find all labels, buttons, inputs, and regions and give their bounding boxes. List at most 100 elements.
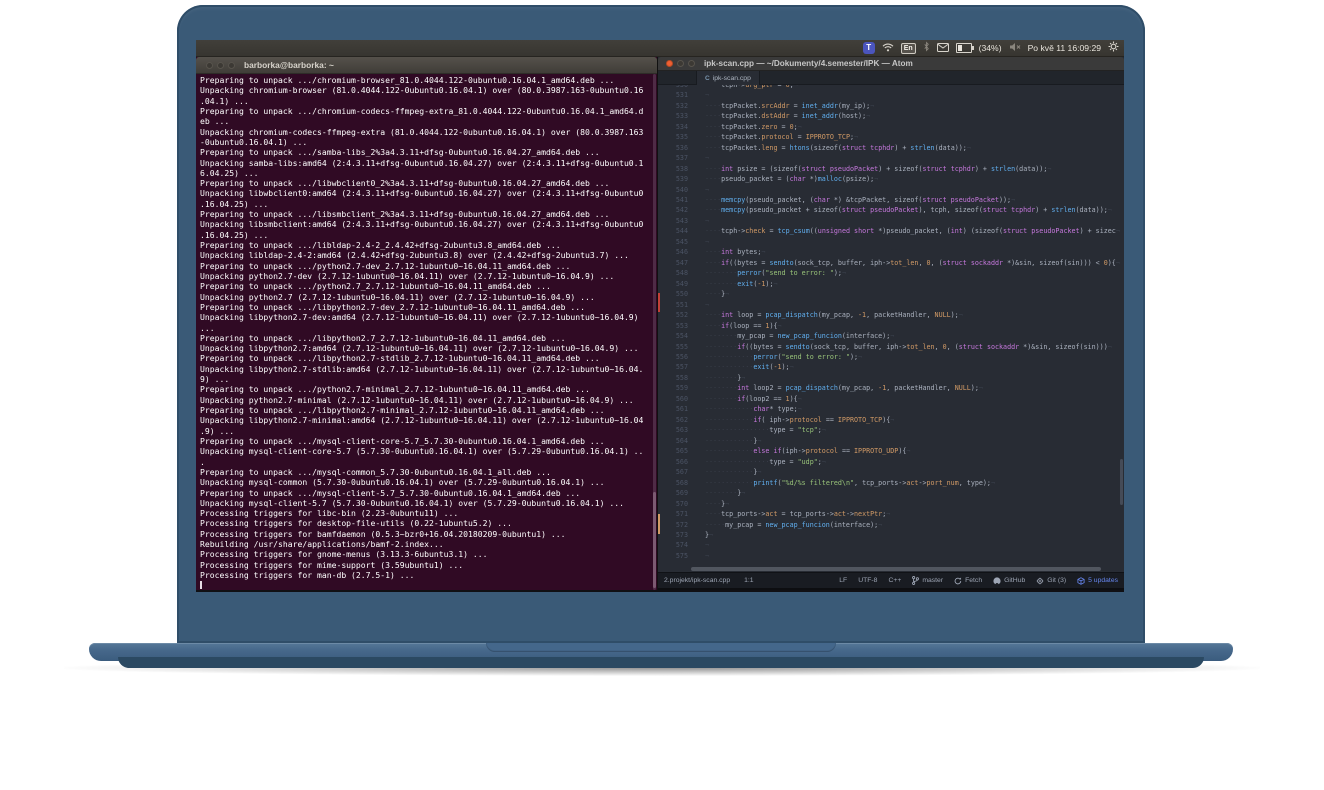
code-line: }¬: [705, 530, 1124, 540]
terminal-output[interactable]: Preparing to unpack .../chromium-browser…: [196, 74, 657, 590]
code-line: ····tcpPacket.dstAddr = inet_addr(host);…: [705, 111, 1124, 121]
line-number: 573: [658, 530, 688, 540]
terminal-line: Unpacking libwbclient0:amd64 (2:4.3.11+d…: [200, 188, 657, 198]
line-number: 533: [658, 111, 688, 121]
code-line: ············else if(iph->protocol == IPP…: [705, 446, 1124, 456]
code-line: ····tcpPacket.srcAddr = inet_addr(my_ip)…: [705, 101, 1124, 111]
code-line: ········exit(-1);¬: [705, 279, 1124, 289]
line-number: 549: [658, 279, 688, 289]
mail-icon[interactable]: [937, 40, 949, 57]
branch-icon: [912, 576, 919, 585]
status-right: LF UTF-8 C++ master Fetch GitHub Git (3) 5 upda…: [839, 576, 1118, 585]
maximize-button[interactable]: [688, 60, 695, 67]
close-button[interactable]: [666, 60, 673, 67]
code-line: ····}¬: [705, 499, 1124, 509]
terminal-line: Preparing to unpack .../libldap-2.4-2_2.…: [200, 240, 657, 250]
atom-titlebar[interactable]: ipk-scan.cpp — ~/Dokumenty/4.semester/IP…: [658, 57, 1124, 71]
terminal-line: Unpacking libpython2.7-dev:amd64 (2.7.12…: [200, 312, 657, 322]
line-number: 547: [658, 258, 688, 268]
volume-muted-icon[interactable]: [1009, 40, 1021, 57]
status-item-master[interactable]: master: [912, 576, 943, 585]
code-line: ····int psize = (sizeof(struct pseudoPac…: [705, 164, 1124, 174]
cursor-position[interactable]: 1:1: [744, 577, 753, 584]
status-item-fetch[interactable]: Fetch: [954, 577, 982, 585]
git-modified-marker: [658, 514, 660, 534]
atom-status-bar: 2.projekt/ipk-scan.cpp 1:1 LF UTF-8 C++ mas…: [658, 572, 1124, 588]
status-item-utf-8[interactable]: UTF-8: [858, 577, 877, 584]
github-icon: [993, 577, 1001, 585]
code-line: ····memcpy(pseudo_packet + sizeof(struct…: [705, 205, 1124, 215]
session-gear-icon[interactable]: [1108, 40, 1119, 57]
code-editor[interactable]: 5305315325335345355365375385395405415425…: [658, 85, 1124, 566]
status-item-label: UTF-8: [858, 577, 877, 584]
code-line: ········if((bytes = sendto(sock_tcp, buf…: [705, 342, 1124, 352]
line-number: 557: [658, 362, 688, 372]
status-item-git-3-[interactable]: Git (3): [1036, 577, 1066, 585]
system-tray: T En (34%) Po kvě 11 16:09:29: [863, 40, 1119, 57]
terminal-line: ...: [200, 323, 657, 333]
line-number: 545: [658, 237, 688, 247]
terminal-line: Rebuilding /usr/share/applications/bamf-…: [200, 539, 657, 549]
status-left: 2.projekt/ipk-scan.cpp 1:1: [664, 577, 754, 584]
bluetooth-icon[interactable]: [923, 40, 930, 57]
tab-ipk-scan-cpp[interactable]: C ipk-scan.cpp: [696, 71, 760, 85]
line-number: 542: [658, 205, 688, 215]
line-number: 563: [658, 425, 688, 435]
code-line: ¬: [705, 216, 1124, 226]
minimize-button[interactable]: [217, 62, 224, 69]
editor-vertical-scrollbar[interactable]: [1120, 459, 1123, 505]
line-number: 568: [658, 478, 688, 488]
status-item-github[interactable]: GitHub: [993, 577, 1025, 585]
line-number: 558: [658, 373, 688, 383]
status-item-label: Fetch: [965, 577, 982, 584]
terminal-scrollbar-thumb[interactable]: [653, 492, 656, 588]
atom-window-buttons: [666, 60, 695, 67]
line-number: 567: [658, 467, 688, 477]
terminal-titlebar[interactable]: barborka@barborka: ~: [196, 57, 657, 74]
line-number-gutter: 5305315325335345355365375385395405415425…: [658, 85, 688, 561]
code-line: ·····my_pcap = new_pcap_funcion(interfac…: [705, 520, 1124, 530]
line-number: 575: [658, 551, 688, 561]
battery-icon[interactable]: [956, 43, 972, 53]
file-path[interactable]: 2.projekt/ipk-scan.cpp: [664, 577, 730, 584]
status-item-label: GitHub: [1004, 577, 1025, 584]
code-line: ············}¬: [705, 467, 1124, 477]
status-item-c-[interactable]: C++: [888, 577, 901, 584]
battery-level: [958, 45, 962, 51]
wifi-icon[interactable]: [882, 40, 894, 57]
status-item-5-updates[interactable]: 5 updates: [1077, 577, 1118, 585]
terminal-scrollbar[interactable]: [653, 74, 656, 590]
line-number: 554: [658, 331, 688, 341]
line-number: 539: [658, 174, 688, 184]
line-number: 534: [658, 122, 688, 132]
editor-horizontal-scrollbar[interactable]: [691, 567, 1101, 571]
teams-icon[interactable]: T: [863, 42, 875, 54]
maximize-button[interactable]: [228, 62, 235, 69]
terminal-line: Unpacking libldap-2.4-2:amd64 (2.4.42+df…: [200, 250, 657, 260]
desktop-edge: [196, 590, 1124, 592]
keyboard-layout-indicator[interactable]: En: [901, 43, 916, 54]
code-line: ········int loop2 = pcap_dispatch(my_pca…: [705, 383, 1124, 393]
code-line: ············perror("send to error: ");¬: [705, 352, 1124, 362]
line-number: 543: [658, 216, 688, 226]
line-number: 571: [658, 509, 688, 519]
code-line: ············}¬: [705, 436, 1124, 446]
minimize-button[interactable]: [677, 60, 684, 67]
code-line: ¬: [705, 185, 1124, 195]
terminal-line: Preparing to unpack .../libpython2.7-std…: [200, 353, 657, 363]
code-line: ················type = "tcp";¬: [705, 425, 1124, 435]
terminal-line: Preparing to unpack .../libpython2.7-dev…: [200, 302, 657, 312]
line-number: 540: [658, 185, 688, 195]
atom-window: ipk-scan.cpp — ~/Dokumenty/4.semester/IP…: [657, 57, 1124, 590]
terminal-line: 6.04.25) ...: [200, 168, 657, 178]
line-number: 572: [658, 520, 688, 530]
terminal-line: Preparing to unpack .../libpython2.7_2.7…: [200, 333, 657, 343]
clock[interactable]: Po kvě 11 16:09:29: [1028, 40, 1101, 57]
close-button[interactable]: [206, 62, 213, 69]
terminal-line: Unpacking libpython2.7-stdlib:amd64 (2.7…: [200, 364, 657, 374]
terminal-cursor: [200, 581, 202, 590]
status-item-lf[interactable]: LF: [839, 577, 847, 584]
terminal-line: .9) ...: [200, 426, 657, 436]
code-line: ········perror("send to error: ");¬: [705, 268, 1124, 278]
code-line: ¬: [705, 551, 1124, 561]
